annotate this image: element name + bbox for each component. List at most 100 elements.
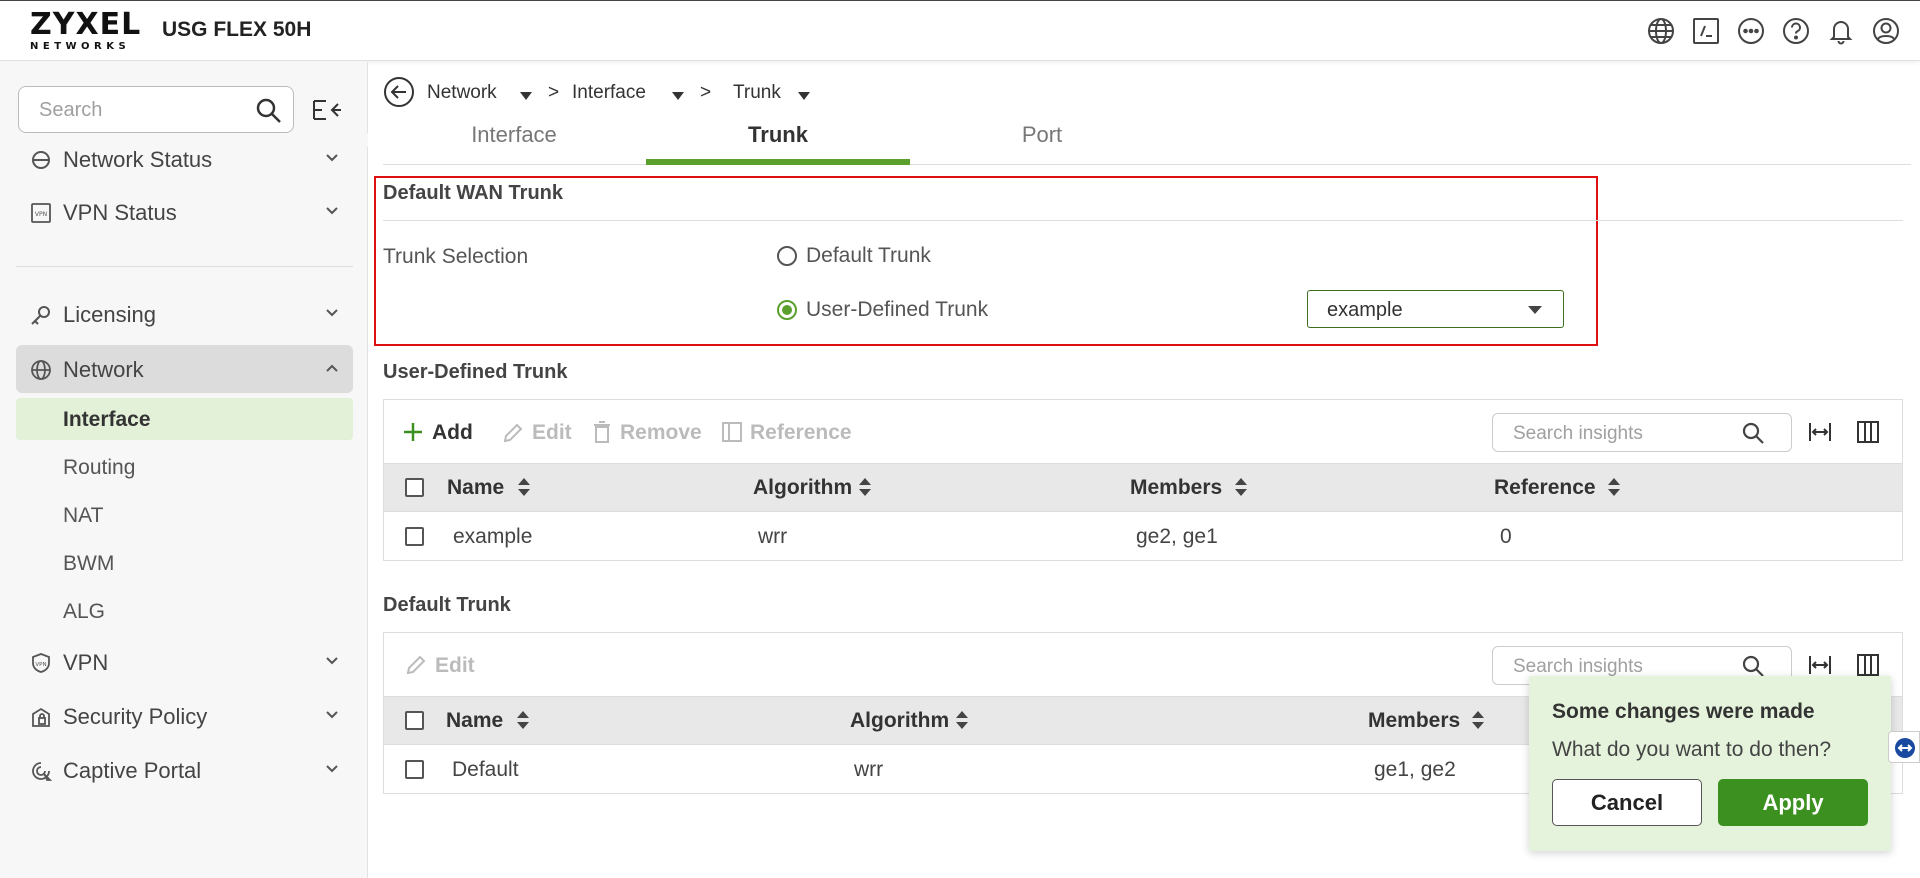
row-checkbox[interactable] xyxy=(405,527,424,546)
sidebar-sub-routing[interactable]: Routing xyxy=(16,446,353,488)
more-icon[interactable] xyxy=(1736,16,1766,46)
search-icon[interactable] xyxy=(255,97,283,125)
table-row[interactable]: example wrr ge2, ge1 0 xyxy=(384,512,1902,560)
trunk-selection-label: Trunk Selection xyxy=(383,245,529,268)
column-header-members[interactable]: Members xyxy=(1130,476,1222,500)
zyxel-logo[interactable]: ZYXEL NETWORKS xyxy=(30,10,142,53)
default-trunk-title: Default Trunk xyxy=(383,594,511,616)
column-header-algorithm[interactable]: Algorithm xyxy=(850,709,949,733)
user-defined-search-box[interactable]: Search insights xyxy=(1492,413,1792,452)
sort-icon[interactable] xyxy=(859,478,871,496)
columns-icon[interactable] xyxy=(1856,420,1880,444)
collapse-sidebar-icon[interactable] xyxy=(312,98,342,122)
caret-down-icon[interactable] xyxy=(672,92,684,100)
terminal-icon[interactable] xyxy=(1691,16,1721,46)
user-icon[interactable] xyxy=(1871,16,1901,46)
select-all-checkbox[interactable] xyxy=(405,478,424,497)
sidebar-mask xyxy=(0,133,368,147)
sidebar-item-captive-portal[interactable]: Captive Portal xyxy=(16,746,353,794)
caret-down-icon xyxy=(1528,306,1542,314)
breadcrumb-trunk[interactable]: Trunk xyxy=(733,82,781,104)
column-header-algorithm[interactable]: Algorithm xyxy=(753,476,852,500)
columns-icon[interactable] xyxy=(1856,653,1880,677)
trunk-select[interactable]: example xyxy=(1307,290,1564,328)
edit-icon[interactable] xyxy=(502,422,524,444)
back-icon[interactable] xyxy=(383,76,415,108)
edit-button[interactable]: Edit xyxy=(532,421,572,445)
row-checkbox[interactable] xyxy=(405,760,424,779)
sort-icon[interactable] xyxy=(1472,711,1484,729)
sidebar-item-network[interactable]: Network xyxy=(16,345,353,393)
breadcrumb-separator: > xyxy=(700,82,712,103)
bell-icon[interactable] xyxy=(1826,16,1856,46)
tab-divider xyxy=(383,164,1911,165)
remote-support-tab[interactable] xyxy=(1888,731,1920,763)
cell-name: example xyxy=(453,525,533,548)
tab-active-indicator xyxy=(646,159,910,165)
fit-width-icon[interactable] xyxy=(1808,654,1832,676)
cancel-button[interactable]: Cancel xyxy=(1552,779,1702,826)
user-defined-trunk-label[interactable]: User-Defined Trunk xyxy=(806,298,988,322)
reference-button[interactable]: Reference xyxy=(750,421,852,445)
tab-trunk[interactable]: Trunk xyxy=(646,122,910,148)
breadcrumb-interface[interactable]: Interface xyxy=(572,82,646,104)
trash-icon[interactable] xyxy=(593,421,611,443)
search-icon[interactable] xyxy=(1741,654,1765,678)
remove-button[interactable]: Remove xyxy=(620,421,702,445)
globe-icon[interactable] xyxy=(1646,16,1676,46)
sidebar-item-vpn[interactable]: VPN VPN xyxy=(16,638,353,686)
sort-icon[interactable] xyxy=(518,478,530,496)
key-icon xyxy=(30,304,52,326)
tab-interface[interactable]: Interface xyxy=(382,122,646,148)
sidebar-sub-nat[interactable]: NAT xyxy=(16,494,353,536)
sidebar-item-vpn-status[interactable]: VPN VPN Status xyxy=(16,188,353,236)
add-icon[interactable] xyxy=(402,421,424,443)
user-defined-trunk-radio[interactable] xyxy=(777,300,797,320)
breadcrumb-network[interactable]: Network xyxy=(427,82,497,104)
sidebar-divider xyxy=(16,266,353,267)
default-wan-title: Default WAN Trunk xyxy=(383,182,564,204)
sidebar-search-input[interactable] xyxy=(39,98,239,122)
cell-name: Default xyxy=(452,758,519,781)
sidebar-sub-label: Interface xyxy=(63,408,151,431)
select-all-checkbox[interactable] xyxy=(405,711,424,730)
cell-algorithm: wrr xyxy=(758,525,788,548)
sidebar-sub-label: BWM xyxy=(63,552,115,575)
sidebar-item-licensing[interactable]: Licensing xyxy=(16,290,353,338)
column-header-reference[interactable]: Reference xyxy=(1494,476,1596,500)
sort-icon[interactable] xyxy=(1235,478,1247,496)
caret-down-icon[interactable] xyxy=(520,92,532,100)
logo-sub-text: NETWORKS xyxy=(30,41,131,52)
sidebar-search-box[interactable] xyxy=(18,86,294,133)
column-header-members[interactable]: Members xyxy=(1368,709,1460,733)
edit-button[interactable]: Edit xyxy=(435,654,475,678)
sidebar-sub-alg[interactable]: ALG xyxy=(16,590,353,632)
globe-icon xyxy=(30,359,52,381)
search-insights-placeholder: Search insights xyxy=(1513,656,1643,677)
caret-down-icon[interactable] xyxy=(798,92,810,100)
reference-icon[interactable] xyxy=(721,421,743,443)
column-header-name[interactable]: Name xyxy=(446,709,503,733)
svg-text:VPN: VPN xyxy=(35,662,46,668)
fit-width-icon[interactable] xyxy=(1808,421,1832,443)
add-button[interactable]: Add xyxy=(432,421,473,445)
apply-button[interactable]: Apply xyxy=(1718,779,1868,826)
default-trunk-label[interactable]: Default Trunk xyxy=(806,244,931,268)
sidebar-item-label: Network xyxy=(63,357,144,382)
sidebar-sub-bwm[interactable]: BWM xyxy=(16,542,353,584)
sort-icon[interactable] xyxy=(517,711,529,729)
sidebar-item-label: VPN Status xyxy=(63,200,177,225)
chevron-down-icon xyxy=(325,764,339,774)
sidebar-item-security-policy[interactable]: Security Policy xyxy=(16,692,353,740)
sidebar-sub-interface[interactable]: Interface xyxy=(16,398,353,440)
sidebar-sub-label: ALG xyxy=(63,600,106,623)
sidebar-sub-label: Routing xyxy=(63,456,136,479)
default-trunk-radio[interactable] xyxy=(777,246,797,266)
column-header-name[interactable]: Name xyxy=(447,476,504,500)
edit-icon[interactable] xyxy=(405,654,427,676)
sort-icon[interactable] xyxy=(1608,478,1620,496)
search-icon[interactable] xyxy=(1741,421,1765,445)
sort-icon[interactable] xyxy=(956,711,968,729)
help-icon[interactable] xyxy=(1781,16,1811,46)
tab-port[interactable]: Port xyxy=(910,122,1174,148)
